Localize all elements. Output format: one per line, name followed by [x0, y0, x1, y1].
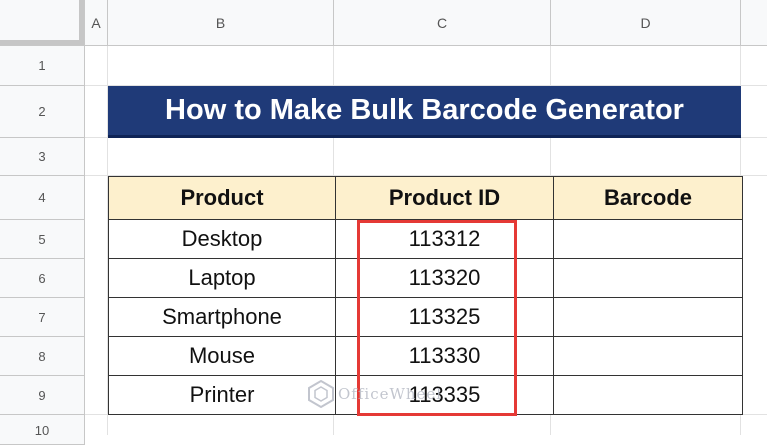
row-header-2[interactable]: 2 [0, 86, 85, 138]
product-id-cell[interactable]: 113335 [335, 375, 554, 415]
header-cell-barcode[interactable]: Barcode [553, 176, 743, 220]
header-cell-product[interactable]: Product [108, 176, 336, 220]
barcode-cell[interactable] [553, 336, 743, 376]
row-header-4[interactable]: 4 [0, 176, 85, 220]
table-row: Smartphone 113325 [108, 297, 743, 337]
product-id-cell[interactable]: 113325 [335, 297, 554, 337]
barcode-cell[interactable] [553, 297, 743, 337]
column-header-a[interactable]: A [85, 0, 108, 46]
row-header-9[interactable]: 9 [0, 376, 85, 415]
product-table: Product Product ID Barcode Desktop 11331… [108, 176, 743, 415]
header-cell-product-id[interactable]: Product ID [335, 176, 554, 220]
barcode-cell[interactable] [553, 219, 743, 259]
column-header-b[interactable]: B [108, 0, 334, 46]
row-header-10[interactable]: 10 [0, 415, 85, 445]
product-id-cell[interactable]: 113312 [335, 219, 554, 259]
product-id-cell[interactable]: 113330 [335, 336, 554, 376]
barcode-cell[interactable] [553, 375, 743, 415]
table-row: Desktop 113312 [108, 219, 743, 259]
row-header-5[interactable]: 5 [0, 220, 85, 259]
table-row: Mouse 113330 [108, 336, 743, 376]
table-row: Printer 113335 [108, 375, 743, 415]
table-header-row: Product Product ID Barcode [108, 176, 743, 220]
row-header-1[interactable]: 1 [0, 46, 85, 86]
table-row: Laptop 113320 [108, 258, 743, 298]
product-cell[interactable]: Smartphone [108, 297, 336, 337]
title-banner-cell[interactable]: How to Make Bulk Barcode Generator [108, 86, 741, 138]
product-cell[interactable]: Mouse [108, 336, 336, 376]
column-header-d[interactable]: D [551, 0, 741, 46]
row-header-8[interactable]: 8 [0, 337, 85, 376]
barcode-cell[interactable] [553, 258, 743, 298]
column-header-e[interactable] [741, 0, 767, 46]
freeze-column-handle[interactable] [79, 0, 84, 45]
column-header-c[interactable]: C [334, 0, 551, 46]
freeze-row-handle[interactable] [0, 40, 82, 45]
row-header-3[interactable]: 3 [0, 138, 85, 176]
product-cell[interactable]: Printer [108, 375, 336, 415]
row-header-6[interactable]: 6 [0, 259, 85, 298]
product-cell[interactable]: Laptop [108, 258, 336, 298]
select-all-corner[interactable] [0, 0, 85, 46]
row-header-7[interactable]: 7 [0, 298, 85, 337]
product-cell[interactable]: Desktop [108, 219, 336, 259]
product-id-cell[interactable]: 113320 [335, 258, 554, 298]
